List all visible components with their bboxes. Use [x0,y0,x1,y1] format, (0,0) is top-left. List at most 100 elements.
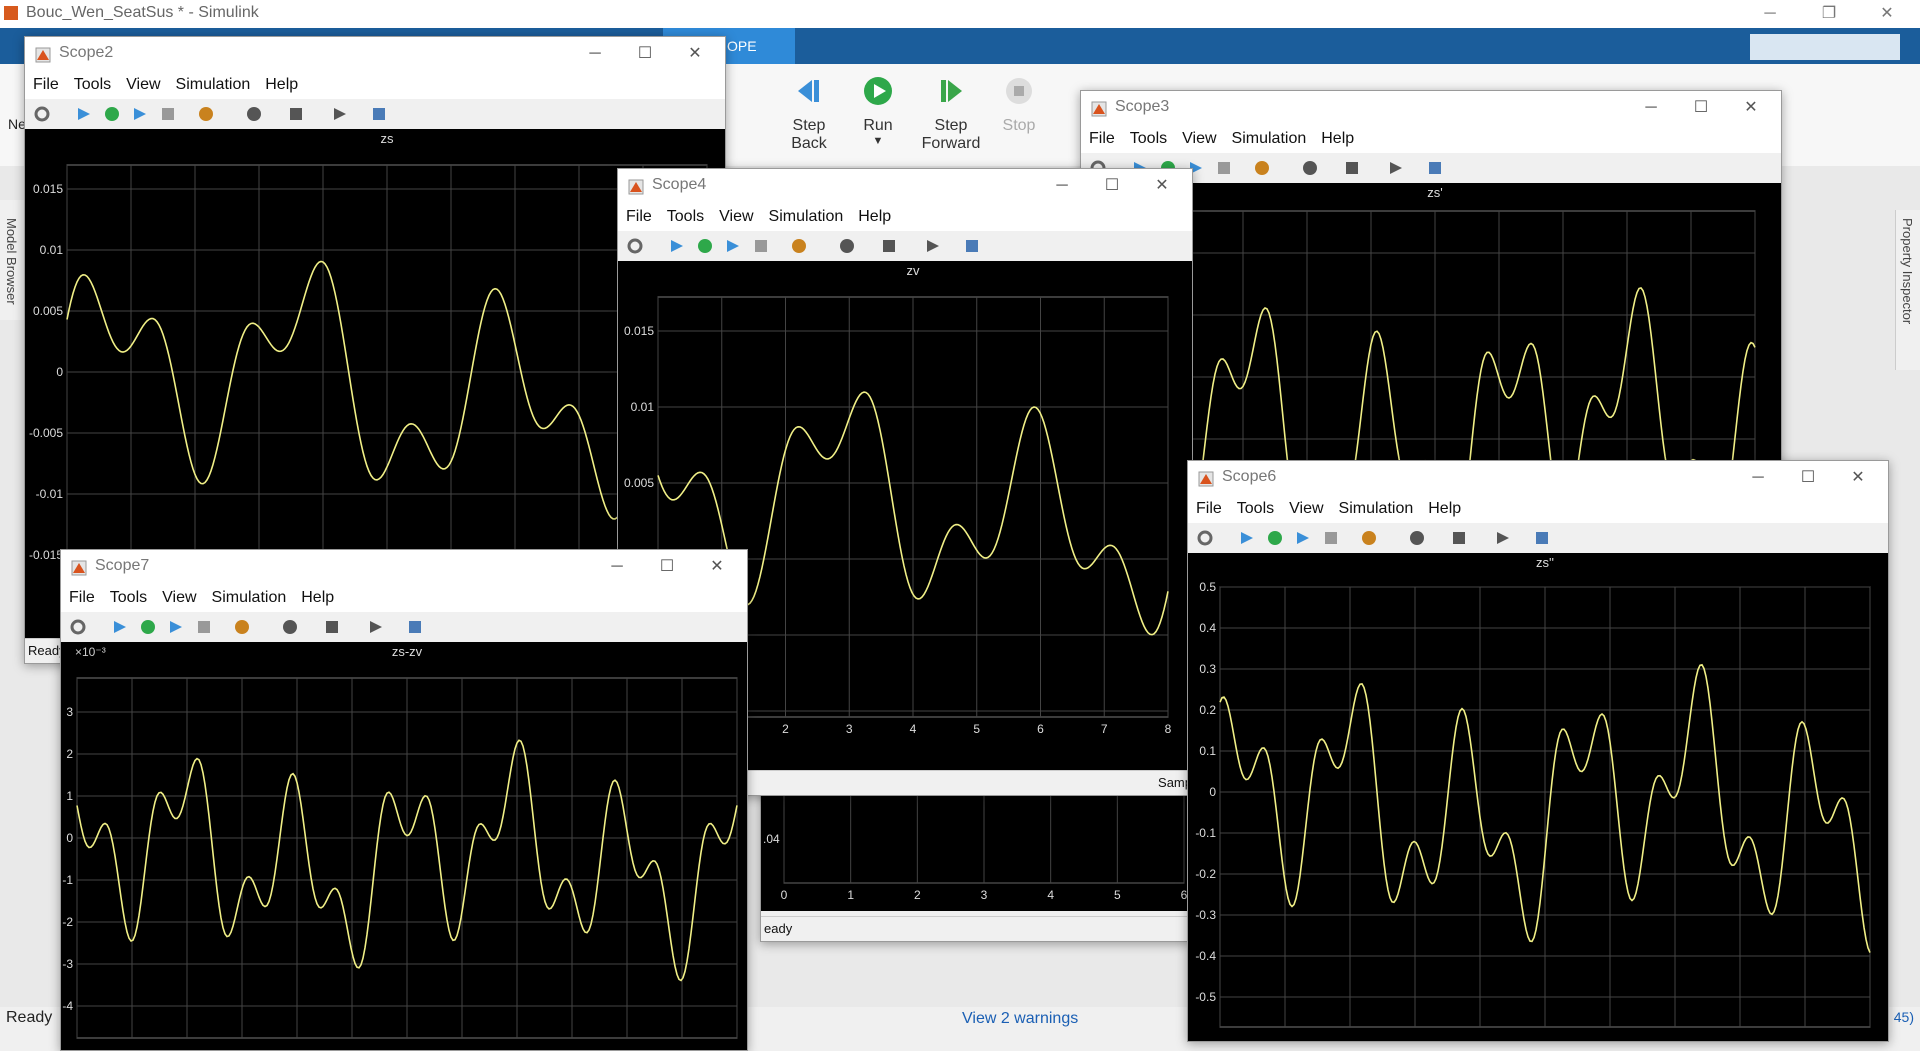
menu-simulation[interactable]: Simulation [1232,125,1307,153]
menu-view[interactable]: View [1289,495,1323,523]
edit-style-icon[interactable] [1533,529,1551,547]
settings-icon[interactable] [626,237,644,255]
maximize-button[interactable]: ☐ [1092,173,1132,199]
minimize-button[interactable]: ─ [597,554,637,580]
stop-icon[interactable] [752,237,770,255]
menu-file[interactable]: File [626,203,652,231]
scope6-window[interactable]: Scope6 ─ ☐ ✕ File Tools View Simulation Help zs''… [1187,460,1889,1042]
menu-simulation[interactable]: Simulation [176,71,251,99]
close-button[interactable]: ✕ [697,554,737,580]
menu-file[interactable]: File [1196,495,1222,523]
stop-icon[interactable] [1322,529,1340,547]
highlight-icon[interactable] [1360,529,1378,547]
stop-button[interactable]: Stop [987,76,1051,135]
zoom-icon[interactable] [245,105,263,123]
settings-icon[interactable] [1196,529,1214,547]
edit-style-icon[interactable] [370,105,388,123]
maximize-button[interactable]: ☐ [1788,465,1828,491]
menu-file[interactable]: File [1089,125,1115,153]
minimize-button[interactable]: ─ [1631,95,1671,121]
step-back-icon[interactable] [111,618,129,636]
scope7-window[interactable]: Scope7 ─ ☐ ✕ File Tools View Simulation Help zs-z… [60,549,748,1051]
menu-help[interactable]: Help [1428,495,1461,523]
cursor-icon[interactable] [1387,159,1405,177]
property-inspector-strip[interactable]: Property Inspector [1895,210,1920,370]
highlight-icon[interactable] [1253,159,1271,177]
menu-tools[interactable]: Tools [110,584,147,612]
scale-axes-icon[interactable] [287,105,305,123]
zoom-icon[interactable] [1408,529,1426,547]
cursor-icon[interactable] [331,105,349,123]
zoom-icon[interactable] [281,618,299,636]
menu-tools[interactable]: Tools [1130,125,1167,153]
scope-titlebar[interactable]: Scope6 ─ ☐ ✕ [1188,461,1888,495]
minimize-button[interactable]: ─ [1042,173,1082,199]
menu-tools[interactable]: Tools [74,71,111,99]
run-icon[interactable] [103,105,121,123]
highlight-icon[interactable] [197,105,215,123]
scope-plot[interactable]: zs'' 0.5 0.4 0.3 0.2 0.1 0 -0.1 -0.2 -0.3 -0.4 -0.5 [1188,553,1888,1041]
close-button[interactable]: ✕ [1864,0,1910,28]
highlight-icon[interactable] [233,618,251,636]
maximize-button[interactable]: ☐ [647,554,687,580]
zoom-icon[interactable] [1301,159,1319,177]
menu-tools[interactable]: Tools [1237,495,1274,523]
minimize-button[interactable]: ─ [1747,0,1793,28]
scale-axes-icon[interactable] [880,237,898,255]
cursor-icon[interactable] [924,237,942,255]
run-button[interactable]: Run ▼ [843,76,913,147]
step-forward-icon[interactable] [724,237,742,255]
stop-icon[interactable] [195,618,213,636]
model-browser-strip[interactable]: Model Browser [0,200,25,320]
scope-titlebar[interactable]: Scope4 ─ ☐ ✕ [618,169,1192,203]
menu-view[interactable]: View [126,71,160,99]
menu-simulation[interactable]: Simulation [1339,495,1414,523]
step-back-button[interactable]: Step Back [774,76,844,153]
scope-plot[interactable]: zs-zv ×10⁻³ 3 2 1 0 -1 -2 -3 -4 [61,642,747,1050]
menu-simulation[interactable]: Simulation [769,203,844,231]
cursor-icon[interactable] [367,618,385,636]
edit-style-icon[interactable] [963,237,981,255]
menu-simulation[interactable]: Simulation [212,584,287,612]
close-button[interactable]: ✕ [1838,465,1878,491]
menu-help[interactable]: Help [858,203,891,231]
restore-button[interactable]: ❐ [1806,0,1852,28]
scale-axes-icon[interactable] [323,618,341,636]
stop-icon[interactable] [159,105,177,123]
menu-help[interactable]: Help [1321,125,1354,153]
scale-axes-icon[interactable] [1450,529,1468,547]
cursor-icon[interactable] [1494,529,1512,547]
menu-file[interactable]: File [69,584,95,612]
stop-icon[interactable] [1215,159,1233,177]
scope-titlebar[interactable]: Scope7 ─ ☐ ✕ [61,550,747,584]
step-forward-icon[interactable] [167,618,185,636]
step-forward-icon[interactable] [131,105,149,123]
minimize-button[interactable]: ─ [575,41,615,67]
close-button[interactable]: ✕ [1731,95,1771,121]
step-forward-icon[interactable] [1294,529,1312,547]
menu-view[interactable]: View [719,203,753,231]
scale-axes-icon[interactable] [1343,159,1361,177]
menu-view[interactable]: View [162,584,196,612]
menu-tools[interactable]: Tools [667,203,704,231]
settings-icon[interactable] [69,618,87,636]
step-back-icon[interactable] [1238,529,1256,547]
settings-icon[interactable] [33,105,51,123]
close-button[interactable]: ✕ [675,41,715,67]
menu-view[interactable]: View [1182,125,1216,153]
menu-help[interactable]: Help [301,584,334,612]
step-forward-button[interactable]: Step Forward [916,76,986,153]
close-button[interactable]: ✕ [1142,173,1182,199]
minimize-button[interactable]: ─ [1738,465,1778,491]
step-back-icon[interactable] [668,237,686,255]
run-dropdown-icon[interactable]: ▼ [843,135,913,147]
run-icon[interactable] [1266,529,1284,547]
quick-access-toolbar[interactable] [1750,34,1900,60]
edit-style-icon[interactable] [406,618,424,636]
menu-help[interactable]: Help [265,71,298,99]
scope-titlebar[interactable]: Scope3 ─ ☐ ✕ [1081,91,1781,125]
scope-titlebar[interactable]: Scope2 ─ ☐ ✕ [25,37,725,71]
run-icon[interactable] [696,237,714,255]
warnings-link[interactable]: View 2 warnings [962,1010,1078,1028]
menu-file[interactable]: File [33,71,59,99]
